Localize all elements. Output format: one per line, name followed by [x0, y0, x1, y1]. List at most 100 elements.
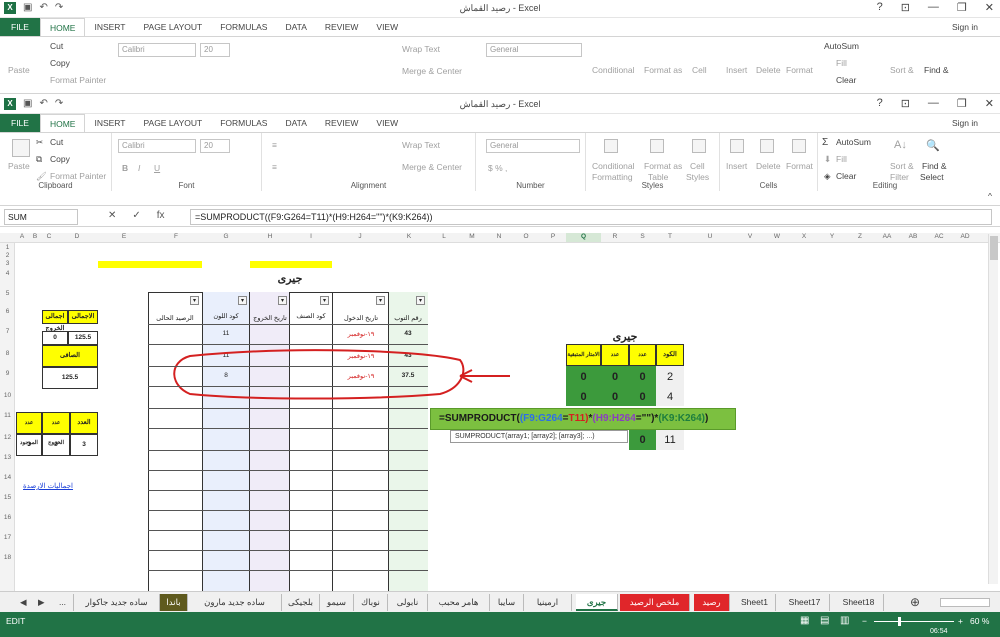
row-header-17[interactable]: 17 [0, 534, 15, 541]
wrap-text-label[interactable]: Wrap Text [402, 140, 440, 150]
sign-in-link[interactable]: Sign in [952, 22, 978, 32]
sheet-tab-more[interactable]: ... [52, 594, 74, 611]
tab-home[interactable]: HOME [39, 17, 86, 37]
find-select-label[interactable]: Find & [922, 161, 947, 171]
sort-filter-icon[interactable]: A↓ [894, 139, 907, 151]
minimize-icon[interactable]: — [928, 97, 939, 110]
number-format-box[interactable]: General [486, 43, 582, 57]
fill-label[interactable]: Fill [836, 58, 847, 68]
restore-icon[interactable]: ❐ [957, 1, 967, 14]
insert-cells-label[interactable]: Insert [726, 161, 747, 171]
align-top-icon[interactable]: ≡ [272, 140, 277, 150]
close-icon[interactable]: ✕ [985, 1, 994, 14]
find-select-label[interactable]: Find & [924, 65, 949, 75]
copy-label[interactable]: Copy [50, 58, 70, 68]
tabs-scroll-left-icon[interactable]: ◀ [20, 597, 27, 608]
column-header-aa[interactable]: AA [874, 233, 900, 243]
minimize-icon[interactable]: — [928, 1, 939, 14]
merge-center-label[interactable]: Merge & Center [402, 66, 462, 76]
tab-formulas[interactable]: FORMULAS [211, 114, 276, 132]
column-header-i[interactable]: I [290, 233, 332, 243]
ribbon-display-icon[interactable]: ⊡ [901, 97, 910, 110]
row-header-7[interactable]: 7 [0, 328, 15, 335]
column-header-c[interactable]: C [42, 233, 56, 243]
row-header-16[interactable]: 16 [0, 514, 15, 521]
sheet-tab-sheet17[interactable]: Sheet17 [780, 594, 830, 611]
tabs-scroll-right-icon[interactable]: ▶ [38, 597, 45, 608]
column-header-p[interactable]: P [540, 233, 566, 243]
tab-data[interactable]: DATA [276, 18, 315, 36]
font-name-box[interactable]: Calibri [118, 43, 196, 57]
sheet-tab-hammer[interactable]: هامر محبب [428, 594, 490, 611]
help-icon[interactable]: ? [877, 97, 883, 110]
tab-insert[interactable]: INSERT [85, 114, 134, 132]
row-header-5[interactable]: 5 [0, 290, 15, 297]
sheet-tab-sheet18[interactable]: Sheet18 [834, 594, 884, 611]
column-header-b[interactable]: B [28, 233, 42, 243]
wrap-text-label[interactable]: Wrap Text [402, 44, 440, 54]
row-header-15[interactable]: 15 [0, 494, 15, 501]
tab-formulas[interactable]: FORMULAS [211, 18, 276, 36]
vertical-scrollbar[interactable] [988, 234, 998, 584]
row-header-18[interactable]: 18 [0, 554, 15, 561]
paste-icon[interactable] [12, 139, 30, 157]
zoom-out-icon[interactable]: − [862, 616, 867, 626]
column-header-o[interactable]: O [512, 233, 540, 243]
cut-label[interactable]: Cut [50, 137, 63, 147]
tab-data[interactable]: DATA [276, 114, 315, 132]
column-header-g[interactable]: G [202, 233, 250, 243]
column-header-j[interactable]: J [332, 233, 388, 243]
format-cells-label[interactable]: Format [786, 161, 813, 171]
tab-insert[interactable]: INSERT [85, 18, 134, 36]
filter-dropdown-icon[interactable]: ▾ [238, 296, 247, 305]
copy-label[interactable]: Copy [50, 154, 70, 164]
sheet-tab-napoli[interactable]: نابولى [388, 594, 428, 611]
sheet-tab-balance[interactable]: رصيد [694, 594, 730, 611]
font-size-box[interactable]: 20 [200, 139, 230, 153]
insert-cells-label[interactable]: Insert [726, 65, 747, 75]
clear-label[interactable]: Clear [836, 171, 856, 181]
column-header-ac[interactable]: AC [926, 233, 952, 243]
normal-view-icon[interactable]: ▦ [800, 615, 809, 626]
balances-link[interactable]: اجماليات الارصدة [16, 482, 80, 490]
column-header-ab[interactable]: AB [900, 233, 926, 243]
horizontal-scrollbar[interactable] [940, 598, 990, 607]
clear-label[interactable]: Clear [836, 75, 856, 85]
row-header-4[interactable]: 4 [0, 270, 15, 277]
column-header-w[interactable]: W [764, 233, 790, 243]
sheet-tab-armenia[interactable]: ارمينيا [524, 594, 572, 611]
number-format-box[interactable]: General [486, 139, 580, 153]
row-header-2[interactable]: 2 [0, 252, 15, 259]
zoom-slider[interactable] [874, 621, 954, 622]
tab-review[interactable]: REVIEW [316, 114, 368, 132]
sheet-tab-jerry[interactable]: جيرى [576, 594, 618, 611]
tab-review[interactable]: REVIEW [316, 18, 368, 36]
cell-styles-label[interactable]: Cell [690, 161, 705, 171]
merge-center-label[interactable]: Merge & Center [402, 162, 462, 172]
format-painter-label[interactable]: Format Painter [50, 171, 106, 181]
filter-dropdown-icon[interactable]: ▾ [190, 296, 199, 305]
column-header-x[interactable]: X [790, 233, 818, 243]
filter-dropdown-icon[interactable]: ▾ [416, 296, 425, 305]
fill-icon[interactable]: ⬇ [824, 154, 831, 165]
in-cell-formula-editor[interactable]: =SUMPRODUCT((F9:G264=T11)*(H9:H264="")*(… [430, 408, 736, 430]
worksheet-grid[interactable]: جيرى رقم التوب تاريخ الدخول كود الصنف تا… [0, 228, 1000, 591]
italic-icon[interactable]: I [138, 163, 140, 173]
paste-label[interactable]: Paste [8, 161, 30, 171]
sheet-tab-belgiki[interactable]: بلجيكى [282, 594, 320, 611]
copy-icon[interactable]: ⧉ [36, 154, 42, 165]
cut-label[interactable]: Cut [50, 41, 63, 51]
scroll-thumb[interactable] [990, 236, 998, 260]
binoculars-icon[interactable]: 🔍 [926, 139, 940, 152]
font-name-box[interactable]: Calibri [118, 139, 196, 153]
tab-view[interactable]: VIEW [367, 114, 407, 132]
row-header-3[interactable]: 3 [0, 260, 15, 267]
column-header-k[interactable]: K [388, 233, 430, 243]
filter-dropdown-icon[interactable]: ▾ [320, 296, 329, 305]
autosum-icon[interactable]: Σ [822, 137, 828, 148]
delete-cells-label[interactable]: Delete [756, 161, 781, 171]
tab-home[interactable]: HOME [39, 113, 86, 133]
filter-dropdown-icon[interactable]: ▾ [278, 296, 287, 305]
cond-format-icon[interactable] [604, 139, 618, 153]
cond-format-label[interactable]: Conditional [592, 161, 635, 171]
